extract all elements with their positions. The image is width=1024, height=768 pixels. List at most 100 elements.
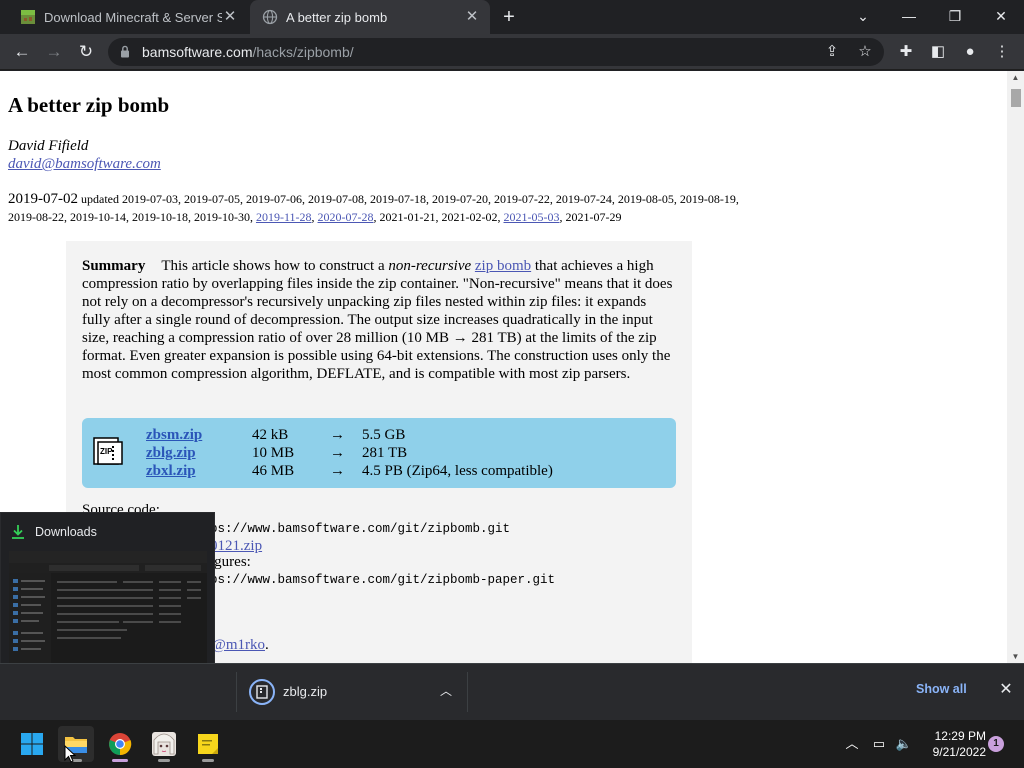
date-link[interactable]: 2020-07-28 xyxy=(318,210,374,224)
date-published: 2019-07-02 xyxy=(8,191,78,207)
address-bar[interactable]: bamsoftware.com/hacks/zipbomb/ ⇪ ☆ xyxy=(108,38,884,66)
page-title: A better zip bomb xyxy=(8,93,170,117)
anime-avatar-icon xyxy=(152,732,176,756)
download-file-name: zblg.zip xyxy=(283,684,328,699)
twitter-line: @m1rko. xyxy=(212,637,269,654)
twitter-tail: . xyxy=(264,637,269,653)
taskbar-app-anime[interactable] xyxy=(146,726,182,762)
summary-paragraph: Summary This article shows how to constru… xyxy=(82,257,674,383)
close-tab-icon[interactable]: ✕ xyxy=(464,9,480,25)
arrow: → xyxy=(330,445,345,461)
author-email-link[interactable]: david@bamsoftware.com xyxy=(8,156,161,173)
running-indicator xyxy=(158,759,170,762)
source-git-url: ps://www.bamsoftware.com/git/zipbomb.git xyxy=(210,522,511,536)
side-panel-icon[interactable]: ◧ xyxy=(928,42,948,62)
tab-search-icon[interactable]: ⌄ xyxy=(849,4,877,28)
downloads-card-header: Downloads xyxy=(11,523,97,541)
close-shelf-icon[interactable]: ✕ xyxy=(996,680,1016,700)
zip-output-size: 4.5 PB (Zip64, less compatible) xyxy=(362,463,553,479)
download-arrow-icon xyxy=(12,525,24,539)
back-arrow-icon[interactable]: ← xyxy=(10,40,34,64)
twitter-link[interactable]: @m1rko xyxy=(212,637,265,653)
downloads-card-title: Downloads xyxy=(35,525,97,539)
reload-icon[interactable]: ↻ xyxy=(74,40,98,64)
minimize-icon[interactable]: — xyxy=(895,4,923,28)
zip-size: 10 MB xyxy=(252,445,295,461)
chrome-icon xyxy=(109,733,132,756)
date-link[interactable]: 2021-05-03 xyxy=(504,210,560,224)
author-name: David Fifield xyxy=(8,138,89,154)
scrollbar-thumb[interactable] xyxy=(1011,89,1021,107)
dates-line: 2019-07-02 updated 2019-07-03, 2019-07-0… xyxy=(8,190,768,226)
taskbar-sticky-notes[interactable] xyxy=(190,726,226,762)
zip-output-size: 5.5 GB xyxy=(362,427,406,443)
date-updates: , 2021-07-29 xyxy=(559,210,622,224)
lock-icon xyxy=(121,45,129,58)
svg-text:ZIP: ZIP xyxy=(100,447,113,456)
new-tab-icon[interactable]: + xyxy=(498,6,520,28)
browser-toolbar: ← → ↻ bamsoftware.com/hacks/zipbomb/ ⇪ ☆… xyxy=(0,34,1024,70)
windows-taskbar: ︿ ▭ 🔈 12:29 PM 9/21/2022 1 xyxy=(0,720,1024,768)
minecraft-block-icon xyxy=(21,10,35,24)
date-link[interactable]: 2019-11-28 xyxy=(256,210,312,224)
active-indicator xyxy=(112,759,128,762)
chevron-up-icon[interactable]: ︿ xyxy=(437,682,455,699)
running-indicator xyxy=(202,759,214,762)
source-zip-line: 0121.zip xyxy=(210,538,262,555)
clock-date: 9/21/2022 xyxy=(932,745,986,759)
arrow: → xyxy=(330,463,345,479)
extensions-puzzle-icon[interactable]: ✚ xyxy=(896,42,916,62)
vertical-scrollbar[interactable]: ▲ ▼ xyxy=(1007,71,1024,663)
zip-file-link[interactable]: zbxl.zip xyxy=(146,462,246,480)
tab-zipbomb[interactable]: A better zip bomb ✕ xyxy=(250,0,490,34)
download-item[interactable]: zblg.zip ︿ xyxy=(236,672,468,712)
profile-avatar-icon[interactable]: ● xyxy=(960,42,980,62)
globe-icon xyxy=(262,9,278,25)
figures-label: igures: xyxy=(210,554,251,570)
arrow: → xyxy=(330,427,345,443)
zip-archive-icon: ZIP xyxy=(93,437,123,465)
date-updates: , 2021-01-21, 2021-02-02, xyxy=(373,210,504,224)
zip-output-size: 281 TB xyxy=(362,445,408,461)
tab-title: A better zip bomb xyxy=(286,9,388,25)
url-text: bamsoftware.com/hacks/zipbomb/ xyxy=(142,44,354,60)
zip-size: 46 MB xyxy=(252,463,295,479)
summary-emphasis: non-recursive xyxy=(388,258,472,274)
forward-arrow-icon[interactable]: → xyxy=(42,40,66,64)
tab-strip: Download Minecraft & Server So ✕ A bette… xyxy=(0,0,1024,34)
summary-label: Summary xyxy=(82,258,146,274)
windows-logo-icon xyxy=(21,733,43,755)
close-window-icon[interactable]: ✕ xyxy=(987,4,1015,28)
start-button[interactable] xyxy=(14,726,50,762)
summary-text: This article shows how to construct a xyxy=(161,258,389,274)
notification-badge[interactable]: 1 xyxy=(988,736,1004,752)
menu-kebab-icon[interactable]: ⋮ xyxy=(992,42,1012,62)
chevron-up-tray-icon[interactable]: ︿ xyxy=(842,734,862,754)
zip-file-icon xyxy=(249,679,275,705)
scroll-up-icon[interactable]: ▲ xyxy=(1007,73,1024,82)
download-shelf: zblg.zip ︿ Show all ✕ xyxy=(0,663,1024,720)
bookmark-star-icon[interactable]: ☆ xyxy=(856,43,874,61)
source-zip-link[interactable]: 0121.zip xyxy=(210,538,262,554)
zip-bomb-link[interactable]: zip bomb xyxy=(475,258,531,274)
taskbar-chrome[interactable] xyxy=(102,726,138,762)
show-all-button[interactable]: Show all xyxy=(916,682,967,696)
zip-files-box: ZIP zbsm.zip 42 kB → 5.5 GB zblg.zip 10 … xyxy=(82,418,676,488)
figures-git-url: ps://www.bamsoftware.com/git/zipbomb-pap… xyxy=(210,573,556,587)
zip-file-link[interactable]: zbsm.zip xyxy=(146,426,246,444)
summary-text: that achieves a high compression ratio b… xyxy=(82,258,673,382)
network-monitor-icon[interactable]: ▭ xyxy=(869,734,889,754)
sticky-notes-icon xyxy=(198,734,218,754)
restore-icon[interactable]: ❐ xyxy=(941,4,969,28)
system-clock[interactable]: 12:29 PM 9/21/2022 xyxy=(918,728,986,760)
tab-title: Download Minecraft & Server So xyxy=(44,9,222,25)
clock-time: 12:29 PM xyxy=(934,729,986,743)
zip-size: 42 kB xyxy=(252,427,289,443)
volume-speaker-icon[interactable]: 🔈 xyxy=(894,734,914,754)
tab-minecraft[interactable]: Download Minecraft & Server So ✕ xyxy=(8,0,248,34)
share-icon[interactable]: ⇪ xyxy=(823,43,841,61)
mouse-cursor-icon xyxy=(64,745,76,763)
close-tab-icon[interactable]: ✕ xyxy=(222,9,238,25)
scroll-down-icon[interactable]: ▼ xyxy=(1007,652,1024,661)
zip-file-link[interactable]: zblg.zip xyxy=(146,444,246,462)
